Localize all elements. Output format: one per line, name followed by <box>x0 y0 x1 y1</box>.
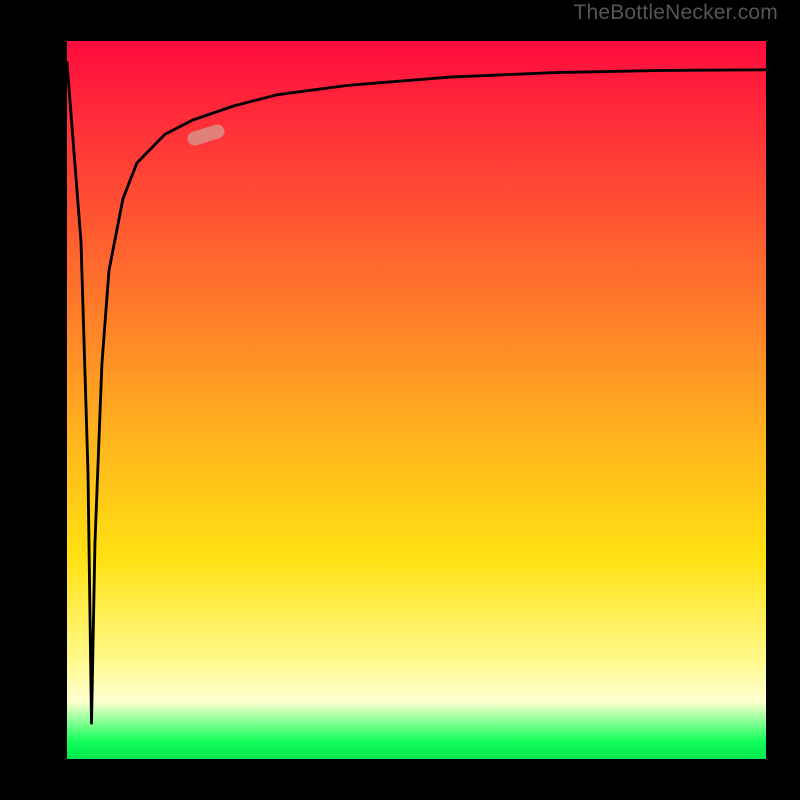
frame-edge <box>783 0 800 800</box>
bottleneck-curve <box>67 41 766 759</box>
watermark-text: TheBottleNecker.com <box>573 1 778 25</box>
frame-edge <box>0 0 17 800</box>
plot-area <box>67 41 766 759</box>
frame-edge <box>0 783 800 800</box>
chart-inner-background <box>17 17 783 783</box>
chart-frame: TheBottleNecker.com <box>0 0 800 800</box>
